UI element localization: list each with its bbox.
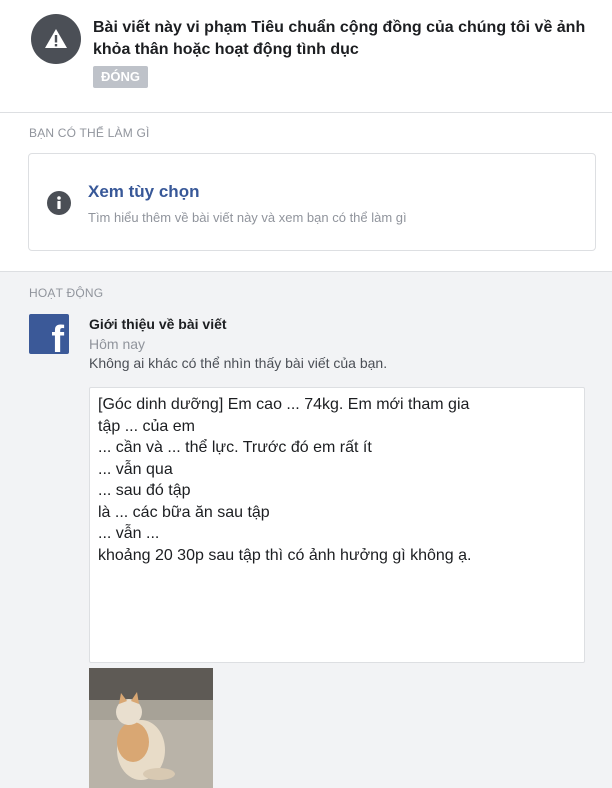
violation-header: Bài viết này vi phạm Tiêu chuẩn cộng đồn… — [0, 0, 612, 113]
post-text: [Góc dinh dưỡng] Em cao ... 74kg. Em mới… — [98, 396, 472, 564]
facebook-icon: f — [29, 314, 69, 354]
options-section: BẠN CÓ THỂ LÀM GÌ Xem tùy chọn Tìm hiểu … — [0, 113, 612, 272]
see-options-link[interactable]: Xem tùy chọn — [88, 182, 199, 202]
cat-photo[interactable] — [89, 668, 213, 788]
see-options-description: Tìm hiểu thêm về bài viết này và xem bạn… — [88, 210, 407, 225]
activity-item-visibility: Không ai khác có thể nhìn thấy bài viết … — [89, 355, 388, 371]
info-icon — [47, 191, 71, 215]
see-options-card[interactable]: Xem tùy chọn Tìm hiểu thêm về bài viết n… — [28, 153, 596, 251]
post-content-box: [Góc dinh dưỡng] Em cao ... 74kg. Em mới… — [89, 387, 585, 663]
warning-icon — [31, 14, 81, 64]
activity-item-time: Hôm nay — [89, 336, 146, 352]
status-badge: ĐÓNG — [93, 66, 148, 88]
options-section-label: BẠN CÓ THỂ LÀM GÌ — [29, 126, 150, 140]
activity-section-label: HOẠT ĐỘNG — [29, 286, 104, 300]
activity-item-title: Giới thiệu về bài viết — [89, 316, 227, 332]
violation-title: Bài viết này vi phạm Tiêu chuẩn cộng đồn… — [93, 19, 586, 58]
